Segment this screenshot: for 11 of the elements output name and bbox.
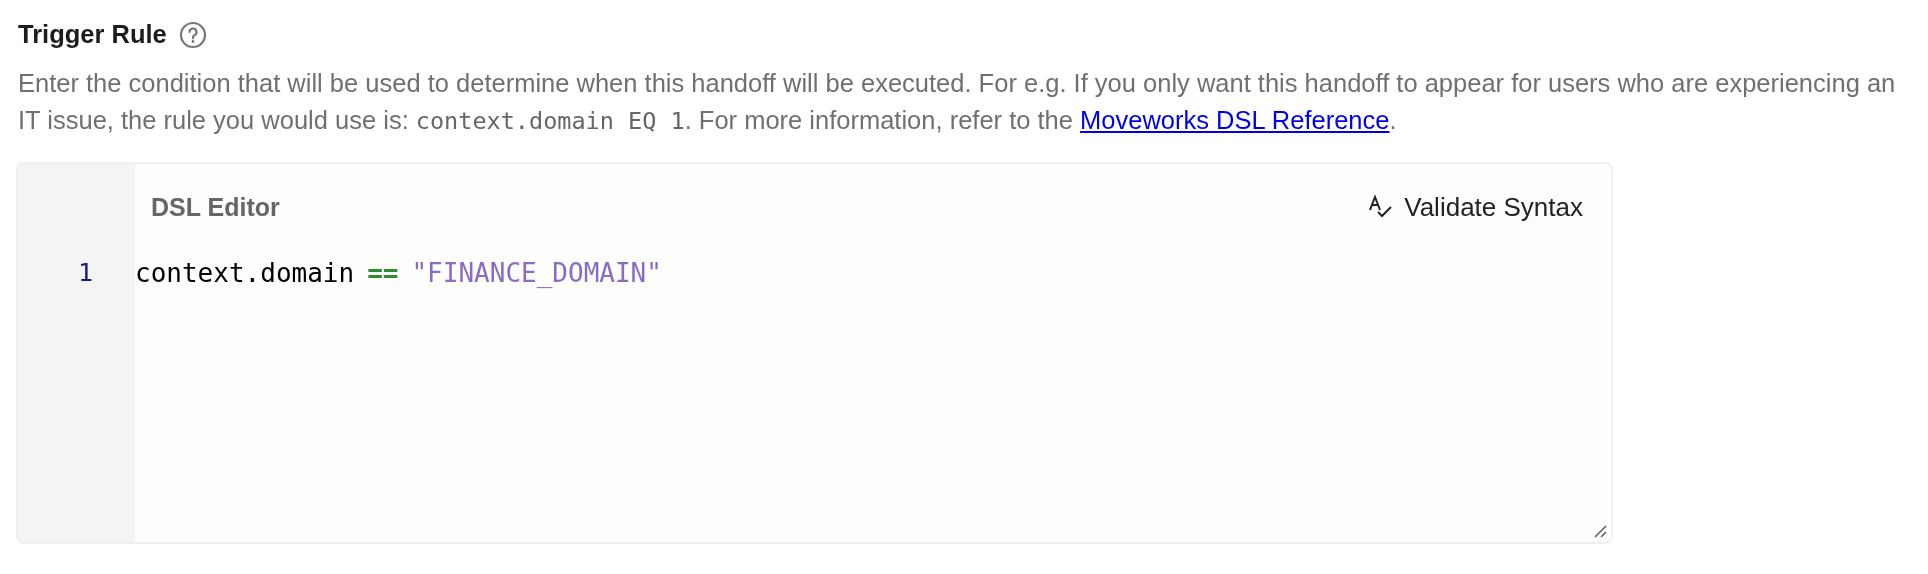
validate-syntax-button[interactable]: Validate Syntax [1364, 187, 1587, 227]
code-line: context.domain == "FINANCE_DOMAIN" [135, 258, 663, 288]
code-editor[interactable]: 1 DSL Editor Validate Syntax context.domain == "FINANCE_DOMAIN" [16, 162, 1613, 544]
section-title: Trigger Rule [18, 20, 167, 49]
spellcheck-icon [1368, 194, 1395, 220]
reference-link[interactable]: Moveworks DSL Reference [1080, 106, 1390, 134]
resize-handle-icon[interactable] [1593, 524, 1607, 538]
line-number: 1 [76, 258, 94, 288]
description-text: Enter the condition that will be used to determine when this handoff will be executed. For e.g. If you only want this handoff to appear for users who are experiencing an IT issue, the rule you would use is: context.domain EQ 1. For more information, refer to the Moveworks DSL Reference. [18, 68, 1897, 137]
editor-title: DSL Editor [151, 192, 280, 222]
help-icon[interactable] [178, 20, 207, 49]
